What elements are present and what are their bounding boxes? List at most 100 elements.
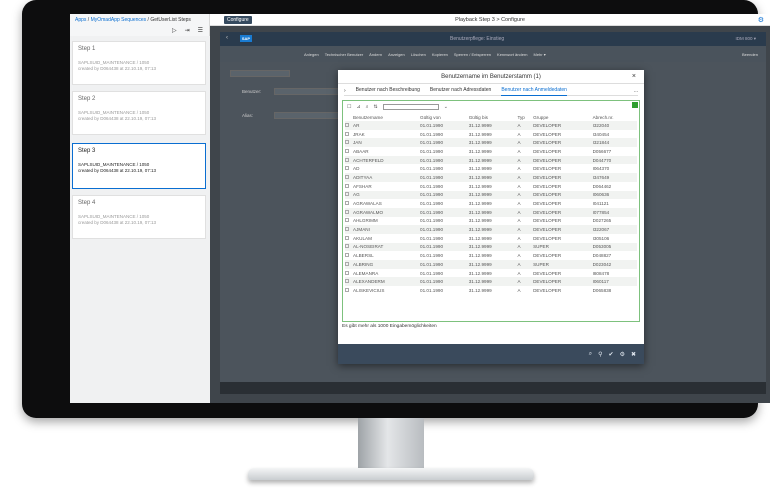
chevron-right-icon[interactable]: › xyxy=(344,88,346,94)
sap-system-menu[interactable]: IDM 800 ▾ xyxy=(735,36,756,42)
table-row[interactable]: AG 01.01.1990 31.12.9999 A DEVELOPER I060636 xyxy=(345,190,637,200)
variant-select[interactable] xyxy=(230,70,290,77)
step-card-2[interactable]: Step 2 SAPLSUID_MAINTENANCE / 1050 creat… xyxy=(72,91,206,135)
table-row[interactable]: AJMANI 01.01.1990 31.12.9999 A DEVELOPER I322… xyxy=(345,225,637,234)
step-card-3[interactable]: Step 3 SAPLSUID_MAINTENANCE / 1050 creat… xyxy=(72,143,206,189)
tab-beschreibung[interactable]: Benutzer nach Beschreibung xyxy=(356,86,420,96)
table-row[interactable]: ALEMANRA 01.01.1990 31.12.9999 A DEVELOPER I8… xyxy=(345,269,637,278)
settings-icon[interactable]: ⚙ xyxy=(620,351,625,358)
back-icon[interactable]: ‹ xyxy=(226,35,228,41)
step-card-4[interactable]: Step 4 SAPLSUID_MAINTENANCE / 1050 creat… xyxy=(72,195,206,239)
row-checkbox[interactable] xyxy=(345,234,353,243)
row-checkbox[interactable] xyxy=(345,164,353,173)
breadcrumb-apps[interactable]: Apps xyxy=(75,17,86,23)
sort-icon[interactable]: ⇅ xyxy=(374,104,378,110)
cell-gruppe: DEVELOPER xyxy=(533,174,562,180)
table-row[interactable]: ALISKEVICIUS 01.01.1990 31.12.9999 A DEVELOP… xyxy=(345,286,637,295)
more-tabs[interactable]: ... xyxy=(634,88,638,94)
toolbar-aendern[interactable]: Ändern xyxy=(369,52,382,57)
play-icon[interactable]: ▷ xyxy=(172,27,177,34)
row-checkbox[interactable] xyxy=(345,286,353,295)
table-row[interactable]: JRAK 01.01.1990 31.12.9999 A DEVELOPER I34045… xyxy=(345,130,637,139)
table-row[interactable]: AR 01.01.1990 31.12.9999 A DEVELOPER I322040 xyxy=(345,121,637,130)
row-checkbox[interactable] xyxy=(345,260,353,269)
toolbar-kennwort[interactable]: Kennwort ändern xyxy=(497,52,527,57)
chevron-down-icon[interactable]: ⌄ xyxy=(444,104,448,110)
table-row[interactable]: ALBERSL 01.01.1990 31.12.9999 A DEVELOPER D04… xyxy=(345,251,637,260)
list-icon[interactable]: ☰ xyxy=(198,27,203,34)
search-icon[interactable]: ⌕ xyxy=(366,104,369,110)
checkbox-icon[interactable]: ☐ xyxy=(347,104,351,110)
table-row[interactable]: AFSHAR 01.01.1990 31.12.9999 A DEVELOPER D064… xyxy=(345,182,637,191)
configure-button[interactable]: Configure xyxy=(224,16,252,24)
cell-gueltig-bis: 31.12.9999 xyxy=(468,166,492,172)
col-gueltig-von[interactable]: Gültig von xyxy=(420,113,469,121)
cell-benutzername: JAN xyxy=(353,140,362,146)
toolbar-anzeigen[interactable]: Anzeigen xyxy=(388,52,405,57)
toolbar-technischer-benutzer[interactable]: Technischer Benutzer xyxy=(325,52,363,57)
table-row[interactable]: ADITYAA 01.01.1990 31.12.9999 A DEVELOPER I34… xyxy=(345,173,637,182)
filter-icon[interactable]: ⚲ xyxy=(598,351,602,358)
toolbar-beenden[interactable]: Beenden xyxy=(742,52,758,57)
row-checkbox[interactable] xyxy=(345,277,353,286)
row-checkbox[interactable] xyxy=(345,243,353,252)
tab-anmeldedaten[interactable]: Benutzer nach Anmeldedaten xyxy=(501,86,567,96)
cell-benutzername: ALEMANRA xyxy=(353,270,379,276)
row-checkbox[interactable] xyxy=(345,121,353,130)
col-benutzername[interactable]: Benutzername xyxy=(353,113,420,121)
toolbar-loeschen[interactable]: Löschen xyxy=(411,52,426,57)
row-checkbox[interactable] xyxy=(345,173,353,182)
user-input[interactable] xyxy=(274,88,344,95)
row-checkbox[interactable] xyxy=(345,191,353,200)
row-checkbox[interactable] xyxy=(345,130,353,139)
row-checkbox[interactable] xyxy=(345,225,353,234)
col-gruppe[interactable]: Gruppe xyxy=(533,113,592,121)
row-checkbox[interactable] xyxy=(345,182,353,191)
row-checkbox[interactable] xyxy=(345,147,353,156)
close-icon[interactable]: ✖ xyxy=(631,351,636,358)
table-row[interactable]: AHLGRIMM 01.01.1990 31.12.9999 A DEVELOPER D0… xyxy=(345,217,637,226)
table-row[interactable]: ALBRING 01.01.1990 31.12.9999 A SUPER D023042 xyxy=(345,260,637,269)
toolbar-kopieren[interactable]: Kopieren xyxy=(432,52,448,57)
cell-gruppe: DEVELOPER xyxy=(533,218,562,224)
table-row[interactable]: ABAAR 01.01.1990 31.12.9999 A DEVELOPER D0566… xyxy=(345,147,637,156)
grid-select-icon[interactable] xyxy=(632,102,638,108)
toolbar-anlegen[interactable]: Anlegen xyxy=(304,52,319,57)
row-checkbox[interactable] xyxy=(345,138,353,147)
row-checkbox[interactable] xyxy=(345,251,353,260)
breadcrumb-sequences[interactable]: MyOmadApp Sequences xyxy=(91,17,147,23)
row-checkbox[interactable] xyxy=(345,269,353,278)
search-icon[interactable]: ⌕ xyxy=(589,351,592,358)
table-row[interactable]: AD 01.01.1990 31.12.9999 A DEVELOPER I064370 xyxy=(345,164,637,173)
row-checkbox[interactable] xyxy=(345,156,353,165)
grid-search-input[interactable] xyxy=(382,104,439,110)
table-row[interactable]: AKULAM 01.01.1990 31.12.9999 A DEVELOPER I305… xyxy=(345,234,637,243)
step-card-1[interactable]: Step 1 SAPLSUID_MAINTENANCE / 1050 creat… xyxy=(72,41,206,85)
cell-benutzername: AFSHAR xyxy=(353,183,372,189)
table-row[interactable]: AGRAWALMO 01.01.1990 31.12.9999 A DEVELOPER I… xyxy=(345,207,637,217)
playback-topbar: Configure Playback Step 3 > Configure ⚙ xyxy=(210,14,770,26)
cell-benutzername: ADITYAA xyxy=(353,174,373,180)
col-gueltig-bis[interactable]: Gültig bis xyxy=(469,113,518,121)
table-row[interactable]: JAN 01.01.1990 31.12.9999 A DEVELOPER I321844 xyxy=(345,138,637,148)
table-row[interactable]: AL-NOSEIRAT 01.01.1990 31.12.9999 A SUPER D05… xyxy=(345,242,637,252)
cell-abrechnr: D056677 xyxy=(592,148,612,154)
row-checkbox[interactable] xyxy=(345,199,353,208)
check-icon[interactable]: ✔ xyxy=(609,351,614,358)
toolbar-sperren[interactable]: Sperren / Entsperren xyxy=(454,52,491,57)
filter-icon[interactable]: ⊿ xyxy=(356,104,360,110)
toolbar-mehr[interactable]: Mehr ▾ xyxy=(534,52,546,57)
cell-benutzername: AG xyxy=(353,192,360,198)
row-checkbox[interactable] xyxy=(345,217,353,226)
tab-adressdaten[interactable]: Benutzer nach Adressdaten xyxy=(430,86,491,96)
col-typ[interactable]: Typ xyxy=(517,113,533,121)
step-forward-icon[interactable]: ⇥ xyxy=(185,27,190,34)
table-row[interactable]: ACHTERFELD 01.01.1990 31.12.9999 A DEVELOPER… xyxy=(345,155,637,165)
col-abrechnr[interactable]: Abrech.nr. xyxy=(593,113,637,121)
table-row[interactable]: AGRAWALAS 01.01.1990 31.12.9999 A DEVELOPER I… xyxy=(345,199,637,208)
step-created: created by D064438 at 22.10.19, 07:13 xyxy=(78,220,157,225)
table-row[interactable]: ALEXANDERM 01.01.1990 31.12.9999 A DEVELOPER… xyxy=(345,277,637,287)
close-icon[interactable]: × xyxy=(632,73,636,80)
row-checkbox[interactable] xyxy=(345,208,353,217)
settings-icon[interactable]: ⚙ xyxy=(758,16,764,24)
